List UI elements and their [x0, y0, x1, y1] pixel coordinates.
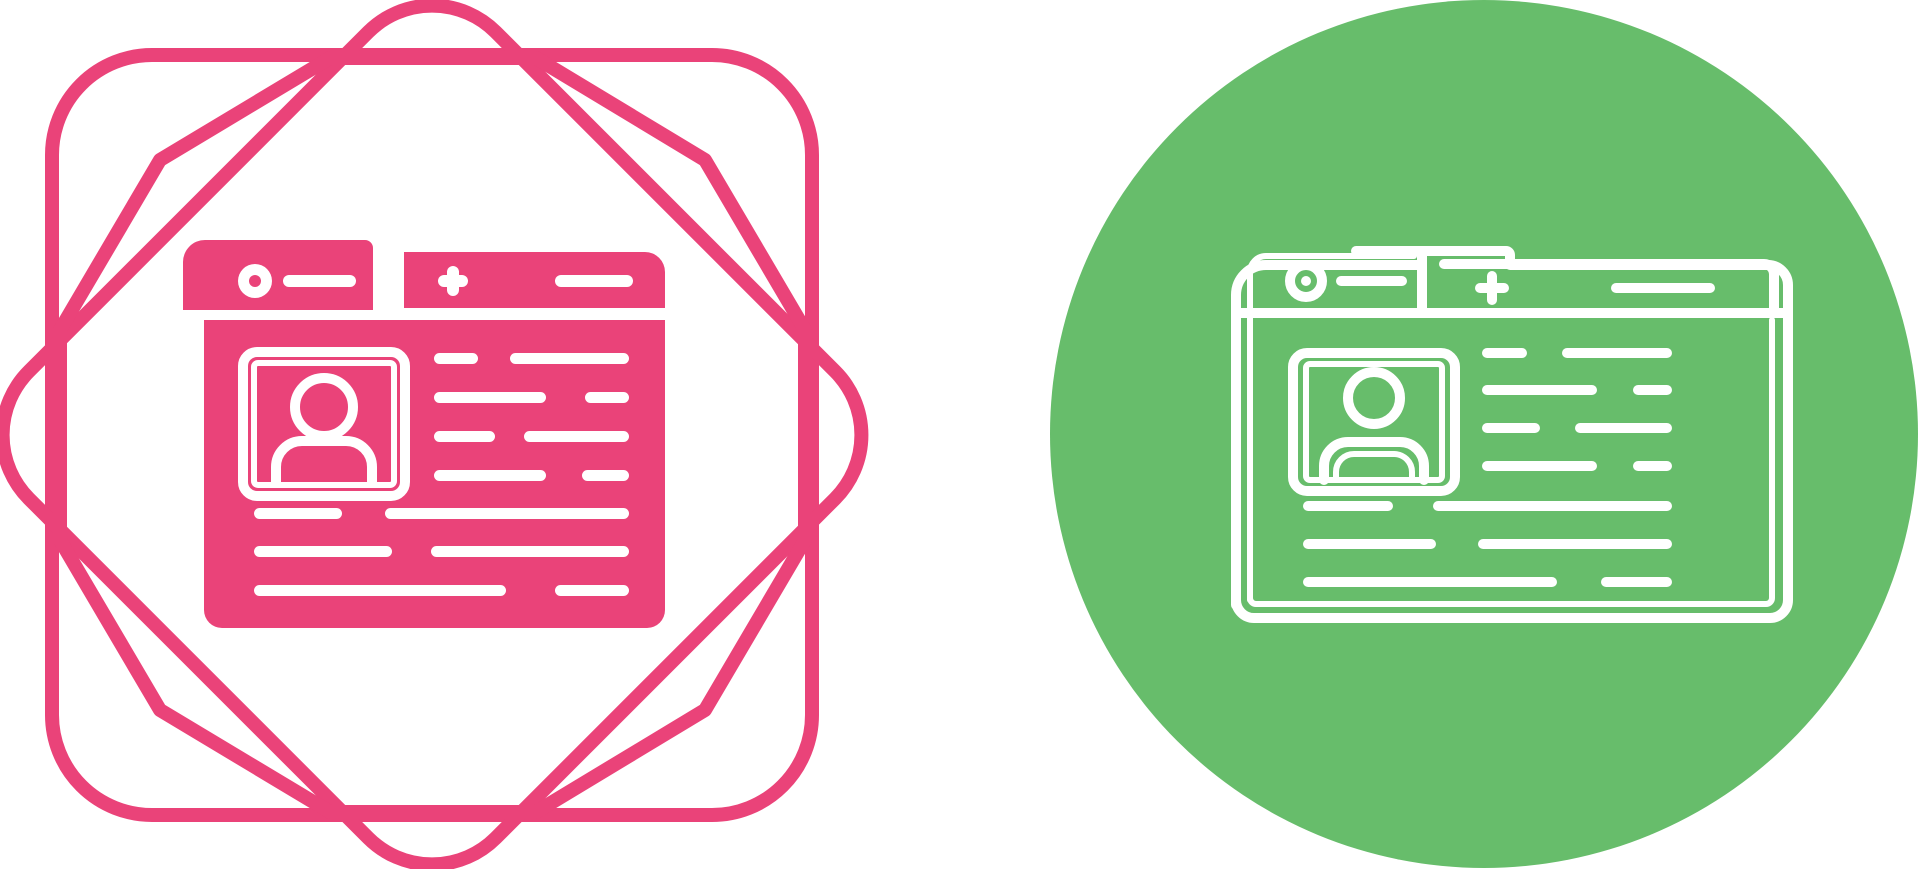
browser-window-glyph-icon: [183, 240, 665, 628]
icon-pair-canvas: [0, 0, 1920, 869]
octagonal-seal-badge-icon: [0, 0, 869, 869]
line-icon-panel: [1050, 0, 1920, 869]
glyph-icon-panel: [0, 0, 870, 869]
circle-badge-icon: [1050, 0, 1918, 868]
